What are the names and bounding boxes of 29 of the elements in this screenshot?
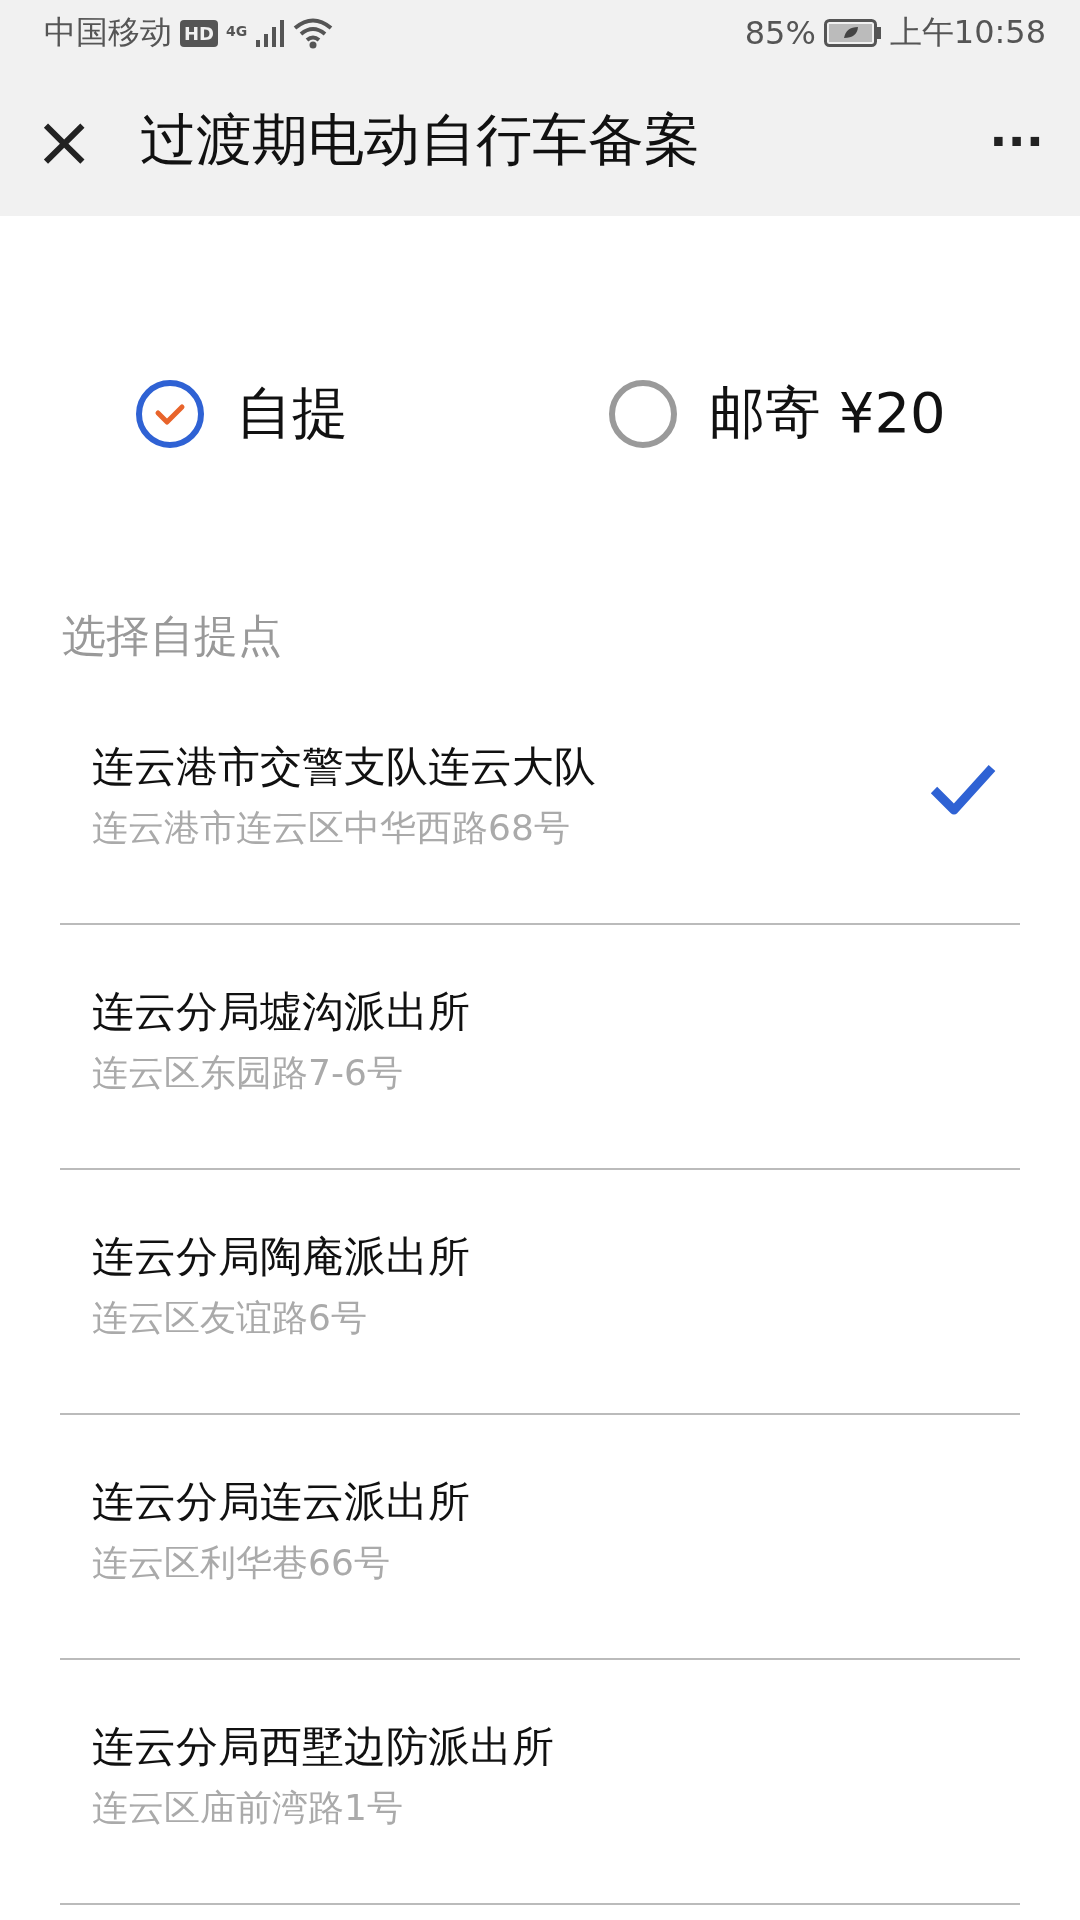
pickup-point-name: 连云分局陶庵派出所 [92,1231,470,1283]
section-label: 选择自提点 [62,609,282,663]
battery-icon [823,19,882,47]
pickup-point-address: 连云港市连云区中华西路68号 [92,806,570,850]
pickup-point-address: 连云区利华巷66号 [92,1541,390,1585]
delivery-radio-option[interactable]: 自提 [134,376,607,452]
pickup-point-name: 连云分局墟沟派出所 [92,986,470,1038]
pickup-point-item[interactable]: 连云分局西墅边防派出所 连云区庙前湾路1号 [60,1660,1020,1905]
more-button[interactable]: ··· [989,113,1044,169]
wifi-icon [293,17,334,49]
clock-time: 上午10:58 [889,12,1046,53]
battery-percent: 85% [744,14,816,52]
hd-badge: HD [180,19,218,47]
pickup-point-address: 连云区庙前湾路1号 [92,1786,403,1830]
pickup-point-item[interactable]: 连云分局连云派出所 连云区利华巷66号 [60,1415,1020,1660]
pickup-point-address: 连云区友谊路6号 [92,1296,367,1340]
pickup-point-name: 连云分局西墅边防派出所 [92,1721,554,1773]
pickup-point-item[interactable]: 连云港市交警支队连云大队 连云港市连云区中华西路68号 [60,680,1020,925]
pickup-point-item[interactable]: 连云分局陶庵派出所 连云区友谊路6号 [60,1170,1020,1415]
carrier-name: 中国移动 [44,12,172,53]
pickup-point-address: 连云区东园路7-6号 [92,1051,403,1095]
signal-icon [255,18,286,48]
pickup-point-name: 连云分局连云派出所 [92,1476,470,1528]
pickup-point-item[interactable]: 连云分局墟沟派出所 连云区东园路7-6号 [60,925,1020,1170]
close-button[interactable]: × [28,105,101,177]
pickup-point-name: 连云港市交警支队连云大队 [92,741,596,793]
network-type: 4G [226,23,248,39]
delivery-radio-option[interactable]: 邮寄 ¥20 [607,376,1080,452]
page-title: 过渡期电动自行车备案 [140,106,702,174]
